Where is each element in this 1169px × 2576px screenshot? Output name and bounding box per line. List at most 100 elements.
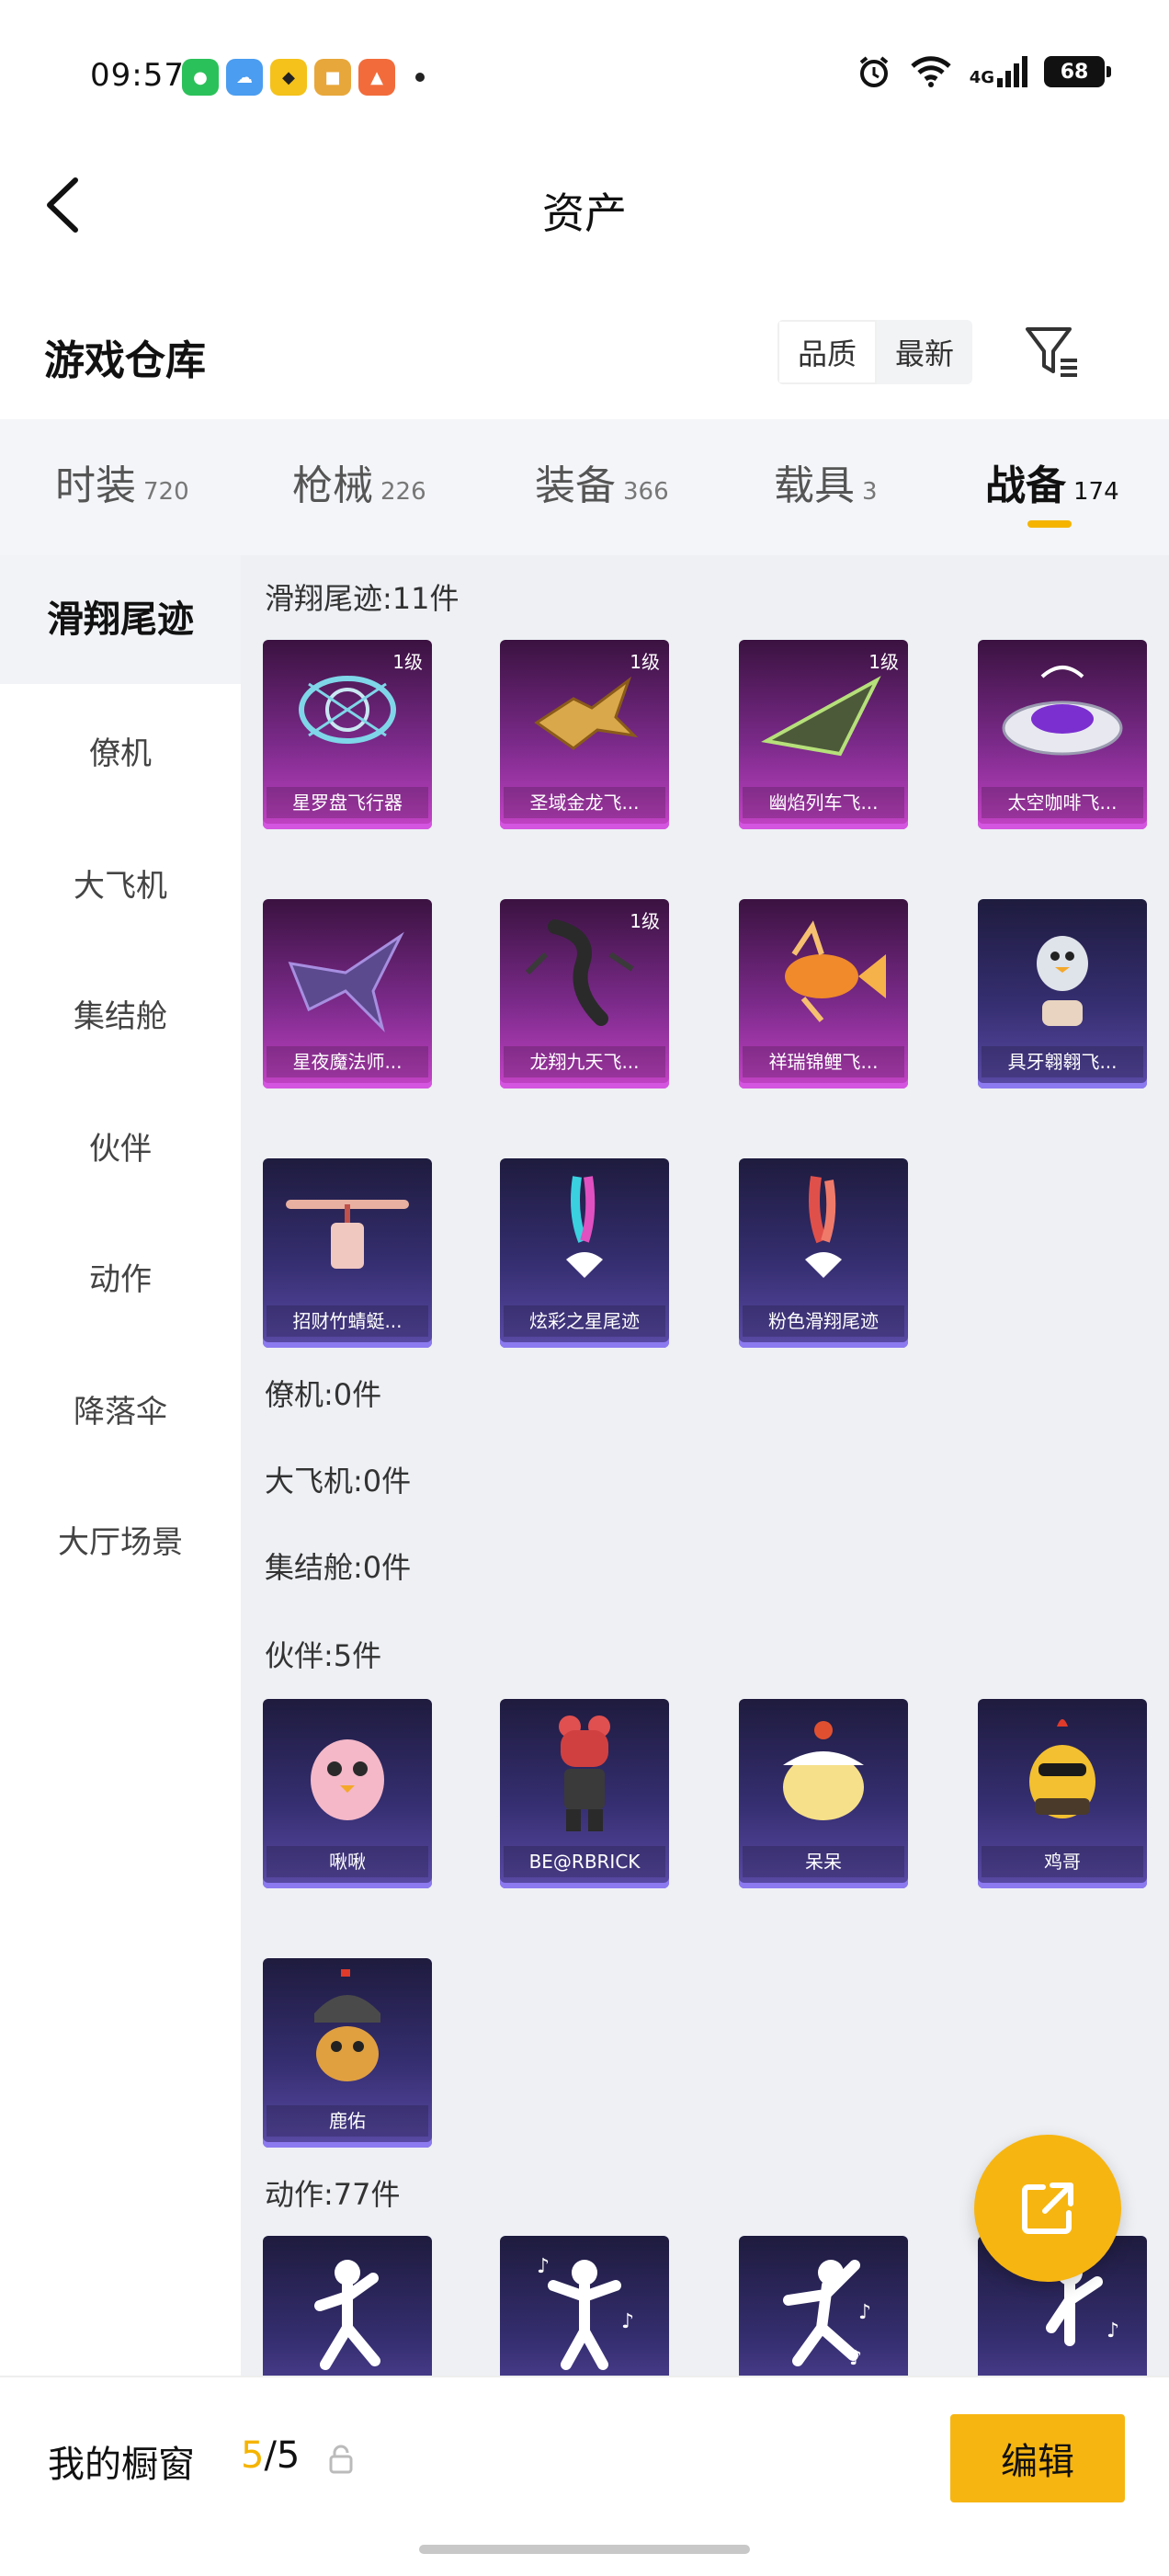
item-card[interactable]: 招财竹蜻蜓... (263, 1158, 432, 1348)
item-image (1029, 1719, 1095, 1818)
item-image (559, 1715, 610, 1831)
more-notifications-dot (415, 73, 425, 82)
battery-indicator: 68 (1044, 56, 1111, 87)
tab-count: 366 (623, 478, 669, 506)
item-card[interactable]: 粉色滑翔尾迹 (739, 1158, 908, 1348)
tab-equipment[interactable]: 装备 366 (535, 452, 669, 511)
item-card[interactable]: ♪ ♪ (500, 2236, 669, 2376)
status-time: 09:57 (90, 57, 185, 94)
item-image (785, 920, 886, 1022)
item-card[interactable]: 鸡哥 (978, 1699, 1147, 1888)
item-image (783, 1721, 864, 1820)
network-type: 4G (969, 68, 994, 87)
tab-combat-gear[interactable]: 战备 174 (985, 452, 1119, 511)
sidebar-item-glide-trail[interactable]: 滑翔尾迹 (0, 555, 241, 684)
sort-quality-button[interactable]: 品质 (777, 320, 877, 384)
item-card[interactable]: ♪ ♪ (739, 2236, 908, 2376)
tab-label: 载具 (774, 462, 855, 509)
item-card[interactable]: 1级 星罗盘飞行器 (263, 640, 432, 829)
share-icon (1022, 2183, 1073, 2234)
tab-vehicles[interactable]: 载具 3 (774, 452, 878, 511)
item-name: 祥瑞锦鲤飞... (743, 1046, 904, 1077)
filter-button[interactable] (1022, 322, 1083, 382)
showcase-count-total: /5 (264, 2434, 301, 2477)
wechat-icon: ● (182, 59, 219, 96)
game-icon: ■ (314, 59, 351, 96)
item-card[interactable] (263, 2236, 432, 2376)
svg-text:♪: ♪ (621, 2310, 634, 2333)
item-image (314, 1969, 380, 2081)
sort-toggle: 品质 最新 (777, 320, 972, 384)
section-title-pod: 集结舱:0件 (265, 1550, 412, 1585)
sidebar: 滑翔尾迹 僚机 大飞机 集结舱 伙伴 动作 降落伞 大厅场景 (0, 555, 241, 2376)
item-card[interactable]: 炫彩之星尾迹 (500, 1158, 669, 1348)
tab-label: 战备 (985, 462, 1066, 509)
item-level: 1级 (630, 910, 660, 932)
sidebar-item-partner[interactable]: 伙伴 (0, 1123, 241, 1168)
item-name: 星夜魔法师... (267, 1046, 428, 1077)
tab-fashion[interactable]: 时装 720 (55, 452, 189, 511)
item-image (805, 1176, 842, 1278)
item-name: 龙翔九天飞... (504, 1046, 665, 1077)
item-image (314, 2260, 380, 2370)
page-header: 资产 (0, 147, 1169, 267)
game2-icon: ▲ (358, 59, 395, 96)
item-card[interactable]: 祥瑞锦鲤飞... (739, 899, 908, 1089)
item-card[interactable]: 1级 龙翔九天飞... (500, 899, 669, 1089)
sidebar-item-action[interactable]: 动作 (0, 1254, 241, 1299)
item-name: 幽焰列车飞... (743, 787, 904, 818)
section-title-wingman: 僚机:0件 (265, 1377, 382, 1412)
item-name: 鹿佑 (267, 2105, 428, 2137)
item-card[interactable]: BE@RBRICK (500, 1699, 669, 1888)
item-image (566, 1176, 603, 1278)
svg-text:♪: ♪ (858, 2301, 871, 2324)
section-title-partner: 伙伴:5件 (265, 1638, 382, 1673)
tab-weapons[interactable]: 枪械 226 (292, 452, 426, 511)
item-card[interactable]: 具牙翱翱飞... (978, 899, 1147, 1089)
sort-newest-button[interactable]: 最新 (877, 320, 972, 384)
sidebar-item-big-plane[interactable]: 大飞机 (0, 861, 241, 906)
showcase-label: 我的橱窗 (48, 2444, 195, 2486)
sidebar-item-pod[interactable]: 集结舱 (0, 991, 241, 1036)
item-image: ♪♪ (537, 2255, 634, 2370)
item-name: BE@RBRICK (504, 1846, 665, 1877)
section-title-plane: 大飞机:0件 (265, 1464, 412, 1499)
item-card[interactable]: 1级 幽焰列车飞... (739, 640, 908, 829)
item-card[interactable]: 鹿佑 (263, 1958, 432, 2148)
item-image: ♪♪ (783, 2260, 871, 2370)
home-indicator[interactable] (419, 2545, 750, 2554)
item-name: 鸡哥 (982, 1846, 1143, 1877)
notification-icons: ● ☁ ◆ ■ ▲ (182, 59, 425, 96)
status-right: 4G 68 (856, 53, 1111, 90)
sidebar-item-wingman[interactable]: 僚机 (0, 728, 241, 773)
svg-text:♪: ♪ (537, 2255, 550, 2278)
qq-icon: ◆ (270, 59, 307, 96)
tab-count: 720 (143, 478, 189, 506)
showcase-count: 5/5 (241, 2434, 300, 2477)
item-image (286, 1200, 409, 1269)
sidebar-item-parachute[interactable]: 降落伞 (0, 1386, 241, 1431)
svg-text:♪: ♪ (849, 2347, 862, 2370)
wifi-icon (910, 56, 951, 87)
tab-label: 枪械 (292, 462, 373, 509)
item-name: 呆呆 (743, 1846, 904, 1877)
item-card[interactable]: 星夜魔法师... (263, 899, 432, 1089)
edit-button[interactable]: 编辑 (950, 2414, 1125, 2502)
alarm-icon (859, 56, 888, 87)
item-card[interactable]: 1级 圣域金龙飞... (500, 640, 669, 829)
status-bar: 09:57 ● ☁ ◆ ■ ▲ 4G 68 (0, 0, 1169, 147)
item-card[interactable]: 啾啾 (263, 1699, 432, 1888)
share-button[interactable] (974, 2135, 1121, 2282)
item-card[interactable]: 呆呆 (739, 1699, 908, 1888)
item-name: 太空咖啡飞... (982, 787, 1143, 818)
item-level: 1级 (868, 651, 899, 673)
category-tabs: 时装 720 枪械 226 装备 366 载具 3 战备 174 (0, 419, 1169, 555)
item-name: 圣域金龙飞... (504, 787, 665, 818)
item-name: 粉色滑翔尾迹 (743, 1305, 904, 1337)
item-card[interactable]: 太空咖啡飞... (978, 640, 1147, 829)
section-title-action: 动作:77件 (265, 2177, 401, 2212)
sidebar-item-lobby-scene[interactable]: 大厅场景 (0, 1517, 241, 1562)
tab-count: 3 (862, 478, 878, 506)
tab-label: 时装 (55, 462, 136, 509)
item-name: 炫彩之星尾迹 (504, 1305, 665, 1337)
